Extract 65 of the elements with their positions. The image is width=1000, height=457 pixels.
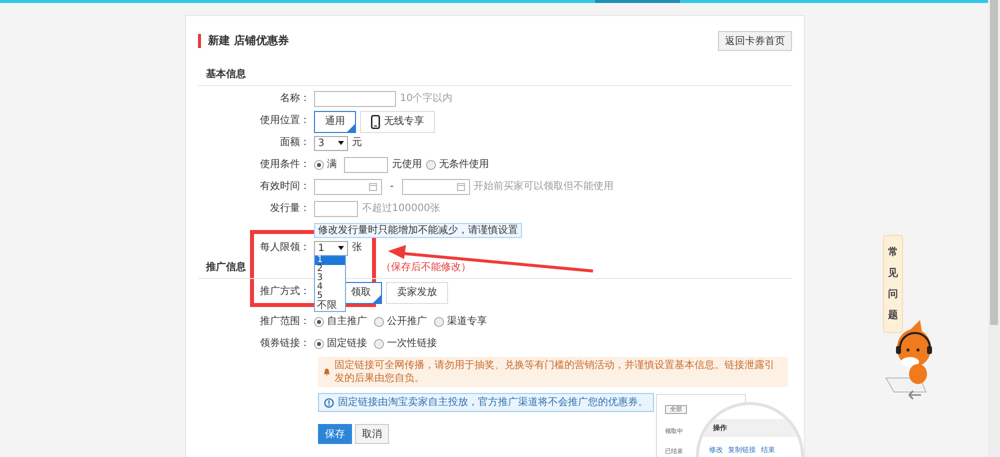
option-button[interactable]: 通用 — [314, 111, 356, 133]
calendar-icon — [369, 183, 377, 191]
radio-button[interactable] — [314, 160, 324, 170]
text-input[interactable] — [314, 91, 396, 107]
dropdown-option[interactable]: 3 — [315, 274, 345, 283]
date-input[interactable] — [314, 179, 382, 195]
back-arrow-icon[interactable] — [908, 390, 922, 400]
section-title: 推广信息 — [206, 260, 246, 274]
phone-icon — [371, 115, 380, 129]
radio-button[interactable] — [314, 317, 324, 327]
dropdown-option[interactable]: 不限 — [315, 301, 345, 311]
dropdown-option[interactable]: 1 — [315, 256, 345, 265]
back-button[interactable]: 返回卡券首页 — [718, 31, 792, 51]
text-input[interactable] — [314, 201, 358, 217]
field-label: 使用条件： — [259, 158, 311, 172]
range-separator: - — [389, 180, 395, 194]
radio-label: 自主推广 — [327, 314, 367, 329]
save-button[interactable]: 保存 — [318, 424, 352, 444]
warning-alert: 固定链接可全网传播，请勿用于抽奖、兑换等有门槛的营销活动，并谨慎设置基本信息。链接泄露引发的后果由您自负。 — [318, 357, 788, 387]
radio-button[interactable] — [374, 317, 384, 327]
cancel-button[interactable]: 取消 — [355, 424, 389, 444]
field-label: 领券链接： — [259, 336, 311, 351]
radio-button[interactable] — [434, 317, 444, 327]
help-tab[interactable]: 常见问题 — [883, 235, 903, 333]
field-label: 每人限领： — [259, 241, 311, 255]
radio-label: 一次性链接 — [387, 336, 437, 351]
field-label: 推广范围： — [259, 314, 311, 329]
field-label: 发行量： — [269, 202, 311, 216]
info-icon — [324, 398, 334, 408]
select-box[interactable]: 1 — [314, 240, 348, 256]
unit-text: 张 — [352, 240, 362, 255]
unit-text: 元 — [352, 136, 362, 150]
radio-label: 无条件使用 — [439, 158, 489, 172]
radio-label: 固定链接 — [327, 336, 367, 351]
select-box[interactable]: 3 — [314, 136, 348, 150]
date-input[interactable] — [402, 179, 470, 195]
field-label: 推广方式： — [259, 284, 311, 299]
radio-label: 渠道专享 — [447, 314, 487, 329]
radio-label: 公开推广 — [387, 314, 427, 329]
section-title: 基本信息 — [206, 68, 246, 81]
section-note: （保存后不能修改） — [381, 260, 471, 274]
dropdown-option[interactable]: 2 — [315, 265, 345, 274]
dropdown-option[interactable]: 5 — [315, 292, 345, 301]
radio-button[interactable] — [374, 339, 384, 349]
bell-icon — [323, 367, 331, 377]
scrollbar[interactable] — [988, 0, 1000, 457]
field-label: 面额： — [279, 136, 311, 150]
field-label: 有效时间： — [259, 180, 311, 194]
hint-text: 不超过100000张 — [362, 202, 440, 216]
dropdown-option[interactable]: 4 — [315, 283, 345, 292]
unit-text: 元使用 — [392, 158, 422, 172]
amount-input[interactable] — [344, 157, 388, 173]
option-button[interactable]: 无线专享 — [360, 111, 435, 133]
field-label: 使用位置： — [259, 114, 311, 128]
radio-button[interactable] — [426, 160, 436, 170]
hint-text: 开始前买家可以领取但不能使用 — [474, 180, 614, 194]
notice-text: 修改发行量时只能增加不能减少，请谨慎设置 — [314, 223, 522, 238]
option-button[interactable]: 卖家发放 — [386, 282, 448, 304]
calendar-icon — [456, 183, 465, 191]
radio-label: 满 — [327, 158, 337, 172]
field-label: 名称： — [279, 92, 311, 106]
hint-text: 10个字以内 — [400, 92, 453, 106]
info-alert: 固定链接由淘宝卖家自主投放，官方推广渠道将不会推广您的优惠券。 — [318, 393, 654, 412]
page-title: 新建 店铺优惠券 — [198, 34, 289, 48]
radio-button[interactable] — [314, 339, 324, 349]
